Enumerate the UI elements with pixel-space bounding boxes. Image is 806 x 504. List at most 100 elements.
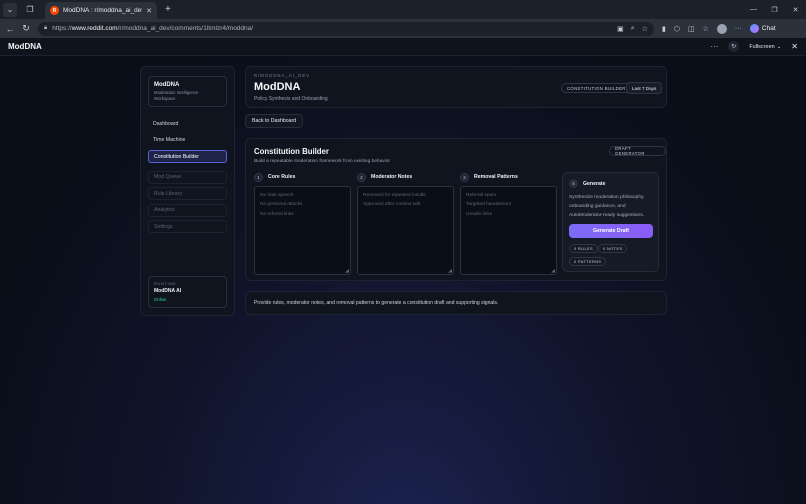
url-field[interactable]: 🔒︎ https://www.reddit.com/r/moddna_ai_de… <box>38 21 654 36</box>
placeholder-line: Targeted harassment <box>466 202 512 208</box>
subreddit-eyebrow: R/MODDNA_AI_DEV <box>254 73 311 78</box>
page-header-panel: R/MODDNA_AI_DEV ModDNA Policy Synthesis … <box>245 66 667 108</box>
url-actions: ▣ ⌕ ☆ <box>617 25 648 33</box>
browser-tab-bar: ⌄ ❐ R ModDNA : r/moddna_ai_dev ✕ + — ❐ ✕ <box>0 0 806 19</box>
core-rules-label: Core Rules <box>268 174 296 180</box>
builder-subtitle: Build a repeatable moderation framework … <box>254 159 390 164</box>
placeholder-line: No hate speech <box>260 193 294 198</box>
resize-handle-icon[interactable]: ◢ <box>448 268 452 274</box>
rules-count-badge: 0 RULES <box>569 244 599 253</box>
moderator-notes-header: 2 Moderator Notes <box>357 172 454 182</box>
app-header: ModDNA ··· ↻ Fullscreen ⌄ ✕ <box>0 38 806 56</box>
window-close-icon[interactable]: ✕ <box>785 6 806 14</box>
page-subtitle: Policy Synthesis and Onboarding <box>254 96 328 102</box>
generate-header: 4 Generate <box>569 179 606 188</box>
placeholder-line: Approved after context edit <box>363 202 421 208</box>
browser-tab[interactable]: R ModDNA : r/moddna_ai_dev ✕ <box>45 2 157 19</box>
restore-icon[interactable]: ❐ <box>764 6 785 14</box>
page-title: ModDNA <box>254 81 301 93</box>
reload-app-icon[interactable]: ↻ <box>728 41 740 52</box>
refresh-icon[interactable]: ↻ <box>18 23 34 34</box>
generate-description: Synthesize moderation philosophy, onboar… <box>569 195 645 218</box>
info-text: Provide rules, moderator notes, and remo… <box>254 300 499 306</box>
extensions-puzzle-icon[interactable]: ⬡ <box>674 25 680 33</box>
resize-handle-icon[interactable]: ◢ <box>345 268 349 274</box>
back-to-dashboard-button[interactable]: Back to Dashboard <box>245 114 304 128</box>
info-bar: Provide rules, moderator notes, and remo… <box>245 291 667 315</box>
lock-icon[interactable]: 🔒︎ <box>44 25 47 32</box>
placeholder-line: Unsafe links <box>466 211 493 217</box>
core-rules-header: 1 Core Rules <box>254 172 351 182</box>
chevron-down-icon: ⌄ <box>776 43 782 50</box>
reddit-favicon-icon: R <box>50 6 59 15</box>
moderator-notes-column: 2 Moderator Notes Removed for repeated i… <box>357 172 454 275</box>
builder-title: Constitution Builder <box>254 147 329 156</box>
removal-patterns-column: 3 Removal Patterns Referral spam Targete… <box>460 172 557 275</box>
core-rules-textarea[interactable]: No hate speech No personal attacks No re… <box>254 186 351 275</box>
favorite-star-icon[interactable]: ☆ <box>642 25 648 33</box>
sidebar-item-dashboard[interactable]: Dashboard <box>148 117 227 130</box>
runtime-name: ModDNA AI <box>154 288 182 294</box>
placeholder-line: No referral links <box>260 211 294 217</box>
removal-patterns-label: Removal Patterns <box>474 174 518 180</box>
placeholder-line: Referral spam <box>466 193 497 198</box>
fullscreen-label: Fullscreen <box>749 43 775 50</box>
sidebar-item-settings[interactable]: Settings <box>148 220 227 233</box>
close-app-icon[interactable]: ✕ <box>791 42 798 51</box>
page-canvas: ModDNA Moderation Intelligence Workspace… <box>0 56 806 504</box>
more-options-icon[interactable]: ··· <box>710 42 718 51</box>
resize-handle-icon[interactable]: ◢ <box>551 268 555 274</box>
favorites-icon[interactable]: ☆ <box>703 25 709 33</box>
browser-toolbar: ▮ ⬡ ◫ ☆ ··· Chat <box>662 23 776 34</box>
removal-patterns-header: 3 Removal Patterns <box>460 172 557 182</box>
workspaces-icon[interactable]: ❐ <box>23 3 37 17</box>
runtime-status: Online <box>154 297 167 302</box>
runtime-label: RUNTIME <box>154 281 177 286</box>
constitution-builder-panel: Constitution Builder Build a repeatable … <box>245 138 667 281</box>
browser-address-bar: ← ↻ 🔒︎ https://www.reddit.com/r/moddna_a… <box>0 19 806 38</box>
more-menu-icon[interactable]: ··· <box>735 25 742 32</box>
brand-card: ModDNA Moderation Intelligence Workspace <box>148 76 227 107</box>
sidebar-nav: Dashboard Time Machine Constitution Buil… <box>148 117 227 237</box>
draft-generator-badge: DRAFT GENERATOR <box>609 146 666 156</box>
extension-icon[interactable]: ▮ <box>662 25 666 33</box>
url-text[interactable]: https://www.reddit.com/r/moddna_ai_dev/c… <box>52 25 253 32</box>
tab-list-chevron-icon[interactable]: ⌄ <box>3 2 17 17</box>
sidebar-item-time-machine[interactable]: Time Machine <box>148 134 227 147</box>
profile-avatar[interactable] <box>716 23 727 34</box>
chat-label: Chat <box>761 25 776 32</box>
copilot-icon <box>749 24 759 33</box>
tab-close-icon[interactable]: ✕ <box>146 7 152 15</box>
sidebar-item-constitution-builder[interactable]: Constitution Builder <box>148 150 227 163</box>
fullscreen-button[interactable]: Fullscreen ⌄ <box>749 44 781 50</box>
removal-patterns-textarea[interactable]: Referral spam Targeted harassment Unsafe… <box>460 186 557 275</box>
patterns-count-badge: 0 PATTERNS <box>569 257 607 266</box>
new-tab-icon[interactable]: + <box>165 4 171 15</box>
notes-count-badge: 0 NOTES <box>598 244 628 253</box>
minimize-icon[interactable]: — <box>743 6 764 14</box>
step-number: 4 <box>569 179 578 188</box>
generate-label: Generate <box>583 180 606 187</box>
moderator-notes-label: Moderator Notes <box>371 174 413 180</box>
constitution-builder-badge: CONSTITUTION BUILDER <box>561 83 632 93</box>
window-controls: — ❐ ✕ <box>743 6 806 14</box>
step-number: 3 <box>460 172 469 182</box>
step-number: 2 <box>357 172 366 182</box>
runtime-card: RUNTIME ModDNA AI Online <box>148 276 227 308</box>
app-available-icon[interactable]: ▣ <box>617 25 624 33</box>
sidebar-item-analytics[interactable]: Analytics <box>148 203 227 217</box>
placeholder-line: No personal attacks <box>260 202 303 208</box>
generate-draft-button[interactable]: Generate Draft <box>569 224 653 238</box>
sidebar-item-mod-queue[interactable]: Mod Queue <box>148 170 227 184</box>
back-arrow-icon[interactable]: ← <box>2 24 18 34</box>
moderator-notes-textarea[interactable]: Removed for repeated insults Approved af… <box>357 186 454 275</box>
split-screen-icon[interactable]: ◫ <box>688 25 695 33</box>
app-title: ModDNA <box>8 42 42 51</box>
brand-subtitle: Moderation Intelligence Workspace <box>154 90 199 101</box>
chat-button[interactable]: Chat <box>749 24 776 33</box>
app-header-actions: ··· ↻ Fullscreen ⌄ ✕ <box>710 41 798 52</box>
sidebar: ModDNA Moderation Intelligence Workspace… <box>140 66 235 316</box>
sidebar-item-rule-library[interactable]: Rule Library <box>148 187 227 200</box>
date-range-button[interactable]: Last 7 Days <box>626 82 663 94</box>
zoom-icon[interactable]: ⌕ <box>631 25 635 33</box>
